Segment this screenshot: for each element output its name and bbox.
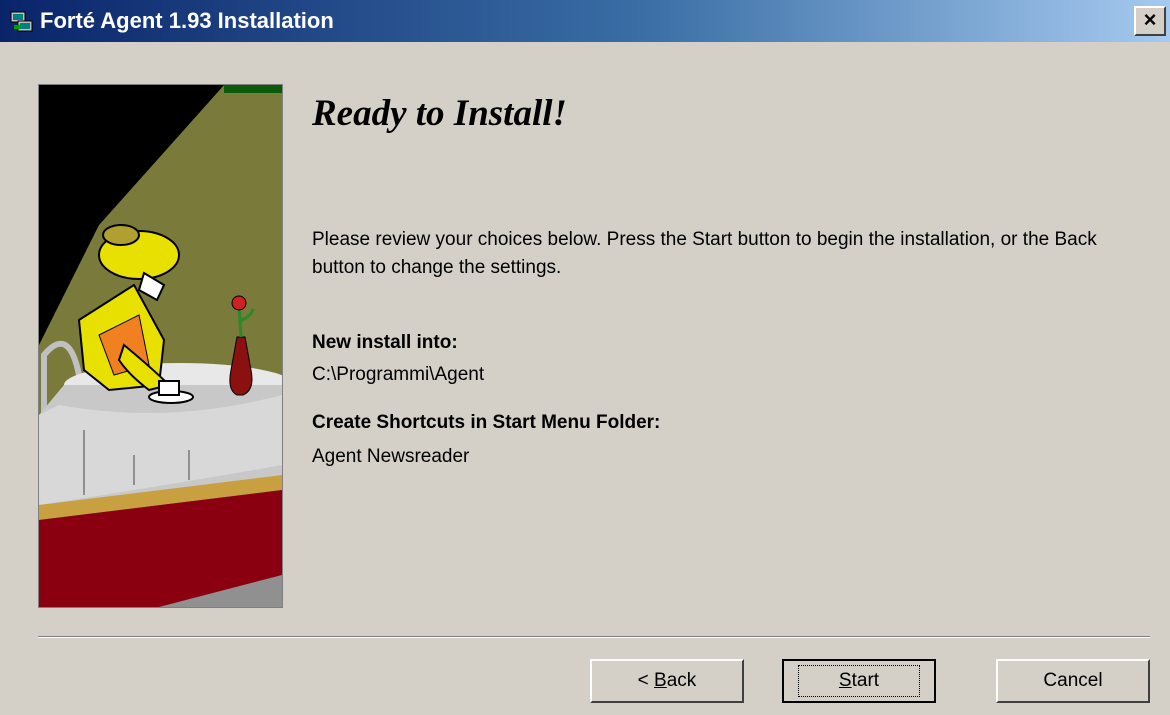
window-title: Forté Agent 1.93 Installation bbox=[40, 8, 334, 33]
install-location-value: C:\Programmi\Agent bbox=[312, 364, 485, 385]
start-button-focus-ring: Start bbox=[797, 665, 921, 697]
start-label-rest: tart bbox=[851, 670, 880, 691]
title-bar[interactable]: Forté Agent 1.93 Installation × bbox=[0, 0, 1170, 42]
shortcuts-folder-label: Create Shortcuts in Start Menu Folder: bbox=[312, 412, 661, 433]
install-location-label: New install into: bbox=[312, 332, 458, 353]
back-label-mnemonic: B bbox=[654, 670, 667, 691]
cancel-label: Cancel bbox=[1043, 670, 1103, 691]
button-separator bbox=[38, 636, 1150, 638]
back-label-prefix: < bbox=[637, 670, 655, 691]
cancel-button[interactable]: Cancel bbox=[996, 659, 1150, 703]
back-label-rest: ack bbox=[666, 670, 697, 691]
back-button[interactable]: < Back bbox=[590, 659, 744, 703]
start-button[interactable]: Start bbox=[782, 659, 936, 703]
installer-illustration bbox=[38, 84, 283, 608]
installer-icon bbox=[10, 11, 33, 32]
intro-text: Please review your choices below. Press … bbox=[312, 229, 1097, 278]
start-label-mnemonic: S bbox=[838, 670, 852, 691]
close-button[interactable]: × bbox=[1134, 6, 1166, 36]
page-title: Ready to Install! bbox=[312, 93, 567, 134]
installer-window: Forté Agent 1.93 Installation × Ready to… bbox=[0, 0, 1170, 715]
shortcuts-folder-value: Agent Newsreader bbox=[312, 446, 470, 467]
close-icon: × bbox=[1143, 7, 1157, 32]
